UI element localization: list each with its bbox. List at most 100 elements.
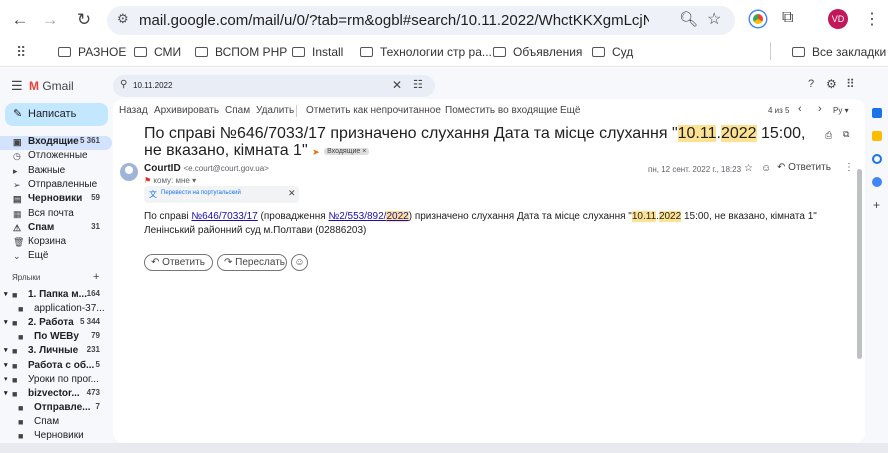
- sidebar-item[interactable]: ▦ Вся почта: [0, 208, 112, 222]
- label-item[interactable]: ■ application-37...: [0, 303, 112, 317]
- label-item[interactable]: ■ Отправле... 7: [0, 402, 112, 416]
- emoji-icon[interactable]: ☺: [761, 163, 771, 174]
- gmail-logo[interactable]: M Gmail: [29, 79, 74, 93]
- scrollbar-thumb[interactable]: [857, 169, 862, 359]
- sender-name[interactable]: CourtID: [144, 163, 181, 174]
- proceeding-number-link[interactable]: №2/553/892/2022: [328, 211, 409, 222]
- label-item[interactable]: ■ По WEBу 79: [0, 331, 112, 345]
- sidebar-item[interactable]: ⌄ Ещё: [0, 250, 112, 264]
- all-bookmarks[interactable]: Все закладки: [792, 45, 886, 59]
- calendar-icon[interactable]: [872, 108, 882, 118]
- back-button[interactable]: Назад: [119, 105, 148, 116]
- bookmark-folder[interactable]: Технологии стр ра...: [360, 45, 492, 59]
- label-item[interactable]: ▾ ■ 3. Личные 231: [0, 345, 112, 359]
- label-name: Уроки по прог...: [28, 373, 99, 385]
- case-number-link[interactable]: №646/7033/17: [191, 211, 257, 222]
- label-item[interactable]: ▾ ■ Уроки по прог...: [0, 374, 112, 388]
- inbox-label-chip[interactable]: Входящие ×: [324, 148, 370, 155]
- label-item[interactable]: ▾ ■ 1. Папка м... 164: [0, 289, 112, 303]
- kebab-menu-icon[interactable]: ⋮: [864, 9, 880, 29]
- help-icon[interactable]: ?: [808, 78, 814, 90]
- reload-icon[interactable]: ↻: [73, 9, 95, 31]
- sidebar-item-label: Спам: [28, 221, 55, 233]
- bookmark-folder[interactable]: РАЗНОЕ: [58, 45, 126, 59]
- tasks-icon[interactable]: [872, 154, 882, 164]
- move-inbox-button[interactable]: Поместить во входящие: [445, 105, 558, 116]
- sidebar-item[interactable]: ▣ Входящие 5 361: [0, 136, 112, 150]
- bookmark-folder[interactable]: СМИ: [134, 45, 181, 59]
- unread-count: 59: [91, 193, 100, 203]
- back-arrow-icon[interactable]: ←: [9, 9, 31, 31]
- language-select[interactable]: Ру ▾: [833, 106, 849, 115]
- delete-button[interactable]: Удалить: [256, 105, 294, 116]
- add-label-icon[interactable]: +: [93, 271, 99, 283]
- reply-header-button[interactable]: ↶ Ответить: [777, 162, 831, 173]
- forward-button[interactable]: ↷ Переслать: [217, 254, 287, 271]
- expand-arrow-icon[interactable]: ▾: [4, 318, 8, 326]
- google-apps-icon[interactable]: ⠿: [846, 77, 855, 91]
- star-icon[interactable]: ☆: [707, 9, 721, 29]
- print-icon[interactable]: ⎙: [825, 130, 832, 141]
- mark-unread-button[interactable]: Отметить как непрочитанное: [306, 105, 441, 116]
- spam-button[interactable]: Спам: [225, 105, 250, 116]
- bookmark-folder[interactable]: Install: [292, 45, 343, 59]
- settings-gear-icon[interactable]: ⚙: [826, 77, 837, 91]
- apps-grid-icon[interactable]: ⠿: [16, 44, 26, 61]
- sidebar-item[interactable]: ◷ Отложенные: [0, 150, 112, 164]
- search-bar[interactable]: ⚲ 10.11.2022 ✕ ☷: [113, 75, 435, 97]
- sidebar-item-label: Ещё: [28, 250, 49, 262]
- sidebar-item[interactable]: ➢ Отправленные: [0, 179, 112, 193]
- label-item[interactable]: ▾ ■ bizvector... 473: [0, 388, 112, 402]
- expand-arrow-icon[interactable]: ▾: [4, 389, 8, 397]
- expand-arrow-icon[interactable]: ▾: [4, 346, 8, 354]
- sidebar-item[interactable]: 🗑︎ Корзина: [0, 236, 112, 250]
- close-icon[interactable]: ✕: [288, 188, 296, 199]
- bookmark-folder[interactable]: ВСПОМ PHP: [195, 45, 287, 59]
- label-item[interactable]: ▾ ■ 2. Работа 5 344: [0, 317, 112, 331]
- recipient-line[interactable]: ⚑ кому: мне ▾: [144, 176, 196, 185]
- sidebar-item[interactable]: ⚠ Спам 31: [0, 222, 112, 236]
- taskbar: [0, 443, 888, 453]
- expand-arrow-icon[interactable]: ▾: [4, 290, 8, 298]
- address-bar[interactable]: ⚙ mail.google.com/mail/u/0/?tab=rm&ogbl#…: [107, 6, 735, 35]
- sidebar-item-label: Черновики: [28, 193, 83, 205]
- reply-button[interactable]: ↶ Ответить: [144, 254, 213, 271]
- label-count: 473: [86, 387, 100, 397]
- next-chevron-icon[interactable]: ›: [818, 103, 822, 115]
- profile-avatar[interactable]: VD: [828, 9, 848, 29]
- label-item[interactable]: ■ Черновики: [0, 430, 112, 444]
- extensions-puzzle-icon[interactable]: ⧉: [782, 9, 793, 27]
- label-item[interactable]: ■ Спам: [0, 416, 112, 430]
- translate-link[interactable]: Перевести на португальский: [161, 190, 241, 196]
- contacts-icon[interactable]: [872, 177, 882, 187]
- search-options-icon[interactable]: ☷: [413, 78, 423, 91]
- site-settings-icon[interactable]: ⚙: [117, 11, 129, 27]
- forward-arrow-icon[interactable]: →: [39, 9, 61, 31]
- more-options-icon[interactable]: ⋮: [844, 162, 854, 173]
- clear-search-icon[interactable]: ✕: [392, 78, 402, 92]
- compose-button[interactable]: ✎ Написать: [5, 103, 108, 126]
- label-item[interactable]: ▾ ■ Работа с об... 5: [0, 360, 112, 374]
- keep-icon[interactable]: [872, 131, 882, 141]
- main-menu-icon[interactable]: ☰: [11, 78, 23, 94]
- search-icon[interactable]: ⚲: [120, 79, 127, 90]
- label-tag-icon: ■: [18, 332, 24, 343]
- star-icon[interactable]: ☆: [744, 163, 753, 174]
- label-name: Черновики: [34, 430, 84, 441]
- color-extension-icon[interactable]: [750, 11, 766, 27]
- bookmark-folder[interactable]: Суд: [592, 45, 633, 59]
- expand-arrow-icon[interactable]: ▾: [4, 361, 8, 369]
- importance-marker-icon[interactable]: ➤: [312, 147, 320, 157]
- more-button[interactable]: Ещё: [560, 105, 580, 116]
- emoji-reaction-button[interactable]: ☺: [291, 254, 308, 271]
- expand-arrow-icon[interactable]: ▾: [4, 375, 8, 383]
- sidebar-item[interactable]: ▸ Важные: [0, 165, 112, 179]
- open-new-window-icon[interactable]: ⧉: [843, 129, 849, 140]
- archive-button[interactable]: Архивировать: [154, 105, 219, 116]
- bookmark-folder[interactable]: Объявления: [493, 45, 582, 59]
- prev-chevron-icon[interactable]: ‹: [798, 103, 802, 115]
- add-addon-icon[interactable]: +: [873, 198, 880, 212]
- zoom-search-icon[interactable]: 🔍︎: [679, 10, 698, 28]
- search-input[interactable]: 10.11.2022: [133, 81, 172, 90]
- sidebar-item[interactable]: ▤ Черновики 59: [0, 193, 112, 207]
